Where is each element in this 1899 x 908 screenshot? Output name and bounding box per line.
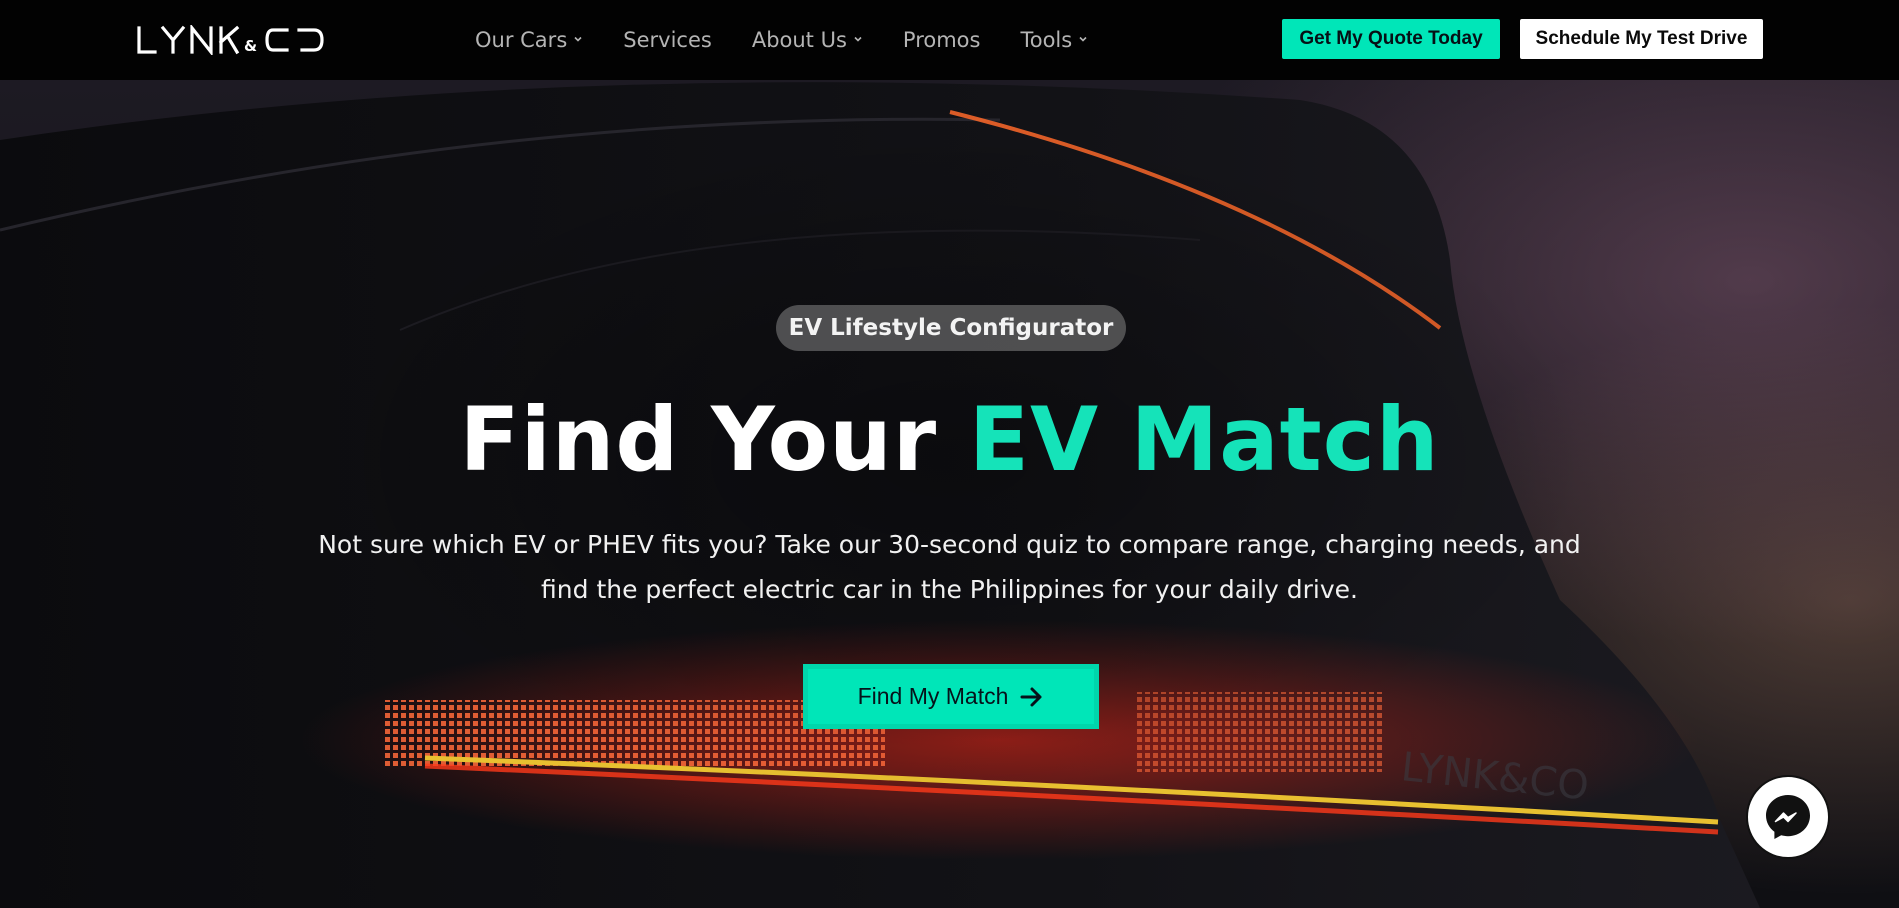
nav-item-tools[interactable]: Tools — [1020, 28, 1088, 52]
lynk-co-logo-icon: & — [137, 25, 324, 55]
nav-item-label: About Us — [751, 28, 847, 52]
get-quote-button[interactable]: Get My Quote Today — [1282, 19, 1500, 59]
brand-logo[interactable]: & — [136, 24, 332, 56]
messenger-icon — [1766, 795, 1810, 839]
schedule-test-drive-button[interactable]: Schedule My Test Drive — [1520, 19, 1763, 59]
headline-accent: EV Match — [968, 388, 1440, 491]
nav-item-about-us[interactable]: About Us — [752, 28, 863, 52]
hero-section: LYNK&CO EV Lifestyle Configurator Find Y… — [0, 80, 1899, 908]
nav-item-label: Promos — [902, 28, 981, 52]
site-header: & Our Cars Services About Us Promos Tool… — [0, 0, 1899, 80]
nav-item-promos[interactable]: Promos — [903, 28, 981, 52]
nav-item-label: Tools — [1020, 28, 1073, 52]
hero-headline: Find Your EV Match — [0, 385, 1899, 495]
main-nav: Our Cars Services About Us Promos Tools — [475, 0, 1128, 80]
messenger-chat-button[interactable] — [1746, 775, 1830, 859]
chevron-down-icon — [574, 36, 582, 42]
configurator-badge: EV Lifestyle Configurator — [776, 305, 1126, 351]
nav-item-label: Our Cars — [475, 28, 568, 52]
hero-description: Not sure which EV or PHEV fits you? Take… — [318, 530, 1581, 604]
find-my-match-button[interactable]: Find My Match — [803, 664, 1099, 729]
nav-item-services[interactable]: Services — [623, 28, 712, 52]
nav-item-our-cars[interactable]: Our Cars — [475, 28, 583, 52]
chevron-down-icon — [1079, 36, 1087, 42]
arrow-right-icon — [1020, 687, 1042, 706]
chevron-down-icon — [854, 36, 862, 42]
nav-item-label: Services — [623, 28, 712, 52]
headline-main: Find Your — [459, 388, 969, 491]
svg-text:&: & — [244, 37, 257, 55]
cta-label: Find My Match — [857, 683, 1009, 709]
page: & Our Cars Services About Us Promos Tool… — [0, 0, 1899, 908]
